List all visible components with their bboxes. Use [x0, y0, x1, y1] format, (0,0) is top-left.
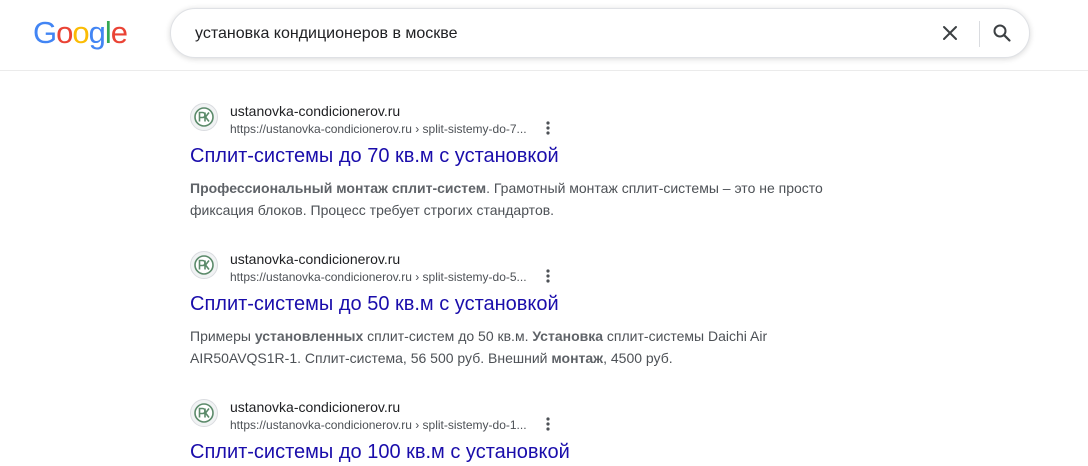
- search-header: Google: [0, 0, 1088, 71]
- search-divider: [979, 21, 980, 47]
- logo-letter: g: [88, 15, 106, 50]
- snippet-bold: Установка: [532, 328, 604, 344]
- result-menu-button[interactable]: [540, 415, 556, 433]
- pk-logo-icon: [194, 107, 214, 127]
- result-menu-button[interactable]: [540, 267, 556, 285]
- logo-letter: o: [56, 15, 73, 50]
- site-url: https://ustanovka-condicionerov.ru › spl…: [230, 121, 527, 137]
- site-name: ustanovka-condicionerov.ru: [230, 399, 401, 415]
- result-snippet: Примеры установленных сплит-систем до 50…: [190, 325, 850, 369]
- more-vert-icon: [546, 269, 550, 283]
- url-base: https://ustanovka-condicionerov.ru: [230, 270, 412, 284]
- search-icon: [993, 24, 1011, 42]
- snippet-bold: установленных: [254, 328, 364, 344]
- site-url: https://ustanovka-condicionerov.ru › spl…: [230, 269, 527, 285]
- clear-search-button[interactable]: [937, 20, 963, 46]
- search-box: [170, 8, 1030, 59]
- favicon: [190, 103, 218, 131]
- snippet-text: сплит-систем до 50 кв.м.: [363, 328, 533, 344]
- search-button[interactable]: [989, 20, 1015, 46]
- close-icon: [943, 26, 957, 40]
- snippet-bold: Профессиональный монтаж сплит-систем: [190, 180, 487, 196]
- search-result: ustanovka-condicionerov.ru https://ustan…: [190, 101, 850, 221]
- snippet-bold: монтаж: [551, 350, 604, 366]
- site-url: https://ustanovka-condicionerov.ru › spl…: [230, 417, 527, 433]
- url-path: › split-sistemy-do-5...: [411, 270, 527, 284]
- site-name: ustanovka-condicionerov.ru: [230, 103, 401, 119]
- result-snippet: Профессиональный монтаж сплит-систем. Гр…: [190, 177, 850, 221]
- more-vert-icon: [546, 417, 550, 431]
- search-result: ustanovka-condicionerov.ru https://ustan…: [190, 249, 850, 369]
- snippet-text: , 4500 руб.: [603, 350, 673, 366]
- url-base: https://ustanovka-condicionerov.ru: [230, 122, 412, 136]
- pk-logo-icon: [194, 403, 214, 423]
- result-menu-button[interactable]: [540, 119, 556, 137]
- result-source[interactable]: ustanovka-condicionerov.ru https://ustan…: [190, 397, 850, 432]
- result-title-link[interactable]: Сплит-системы до 70 кв.м с установкой: [190, 143, 850, 169]
- logo-letter: e: [110, 15, 128, 50]
- result-source[interactable]: ustanovka-condicionerov.ru https://ustan…: [190, 249, 850, 284]
- favicon: [190, 251, 218, 279]
- url-path: › split-sistemy-do-1...: [411, 418, 527, 432]
- url-base: https://ustanovka-condicionerov.ru: [230, 418, 412, 432]
- result-title-link[interactable]: Сплит-системы до 50 кв.м с установкой: [190, 291, 850, 317]
- search-result: ustanovka-condicionerov.ru https://ustan…: [190, 397, 850, 465]
- result-title-link[interactable]: Сплит-системы до 100 кв.м с установкой: [190, 439, 850, 465]
- logo-letter: o: [72, 15, 89, 50]
- favicon: [190, 399, 218, 427]
- google-logo[interactable]: Google: [33, 13, 128, 53]
- search-input[interactable]: [193, 9, 937, 59]
- more-vert-icon: [546, 121, 550, 135]
- site-name: ustanovka-condicionerov.ru: [230, 251, 401, 267]
- result-source[interactable]: ustanovka-condicionerov.ru https://ustan…: [190, 101, 850, 136]
- url-path: › split-sistemy-do-7...: [411, 122, 527, 136]
- snippet-text: Примеры: [190, 328, 255, 344]
- pk-logo-icon: [194, 255, 214, 275]
- logo-letter: G: [33, 15, 57, 50]
